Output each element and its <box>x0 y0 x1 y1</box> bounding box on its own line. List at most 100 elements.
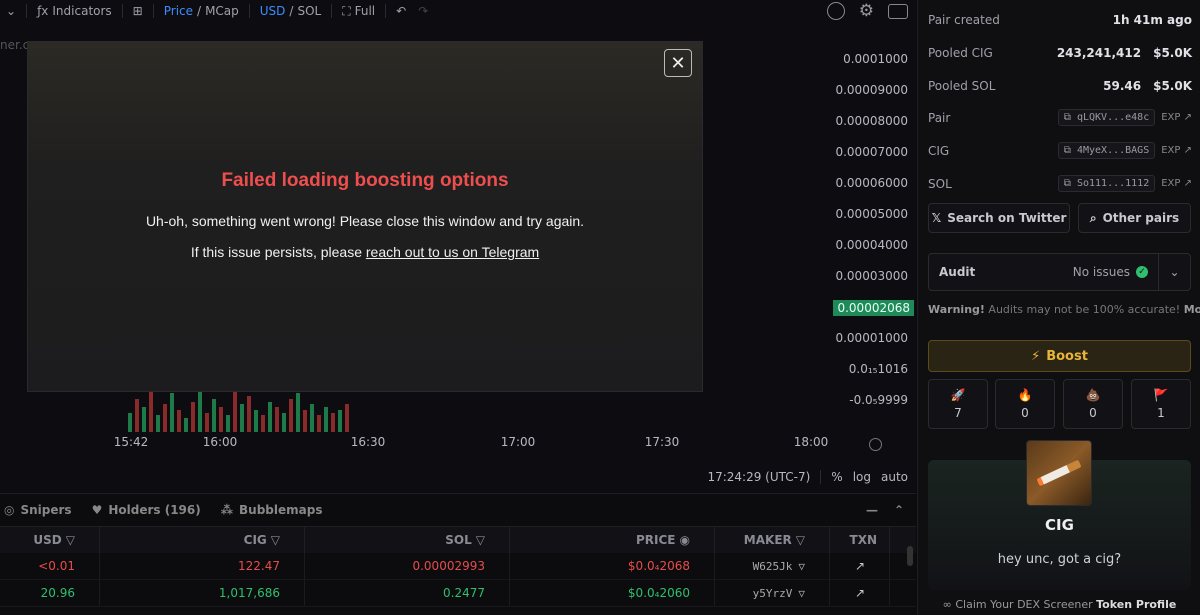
tab-bubblemaps[interactable]: ⁂ Bubblemaps <box>221 503 323 517</box>
percent-scale-button[interactable]: % <box>831 470 842 484</box>
help-prefix: If this issue persists, please <box>190 244 366 260</box>
sol-option[interactable]: SOL <box>297 4 321 18</box>
col-price[interactable]: PRICE ◉ <box>510 527 715 553</box>
function-icon: ƒx <box>37 4 49 18</box>
telegram-link[interactable]: reach out to us on Telegram <box>366 244 539 260</box>
axis-settings-icon[interactable] <box>869 438 882 451</box>
tab-snipers-label: Snipers <box>20 503 72 517</box>
rocket-icon: 🚀 <box>950 388 966 402</box>
cell-usd: 20.96 <box>0 580 100 606</box>
time-tick-label: 18:00 <box>793 435 829 449</box>
divider <box>152 4 154 18</box>
table-row[interactable]: 20.96 1,017,686 0.2477 $0.0₄2060 y5YrzV ▽… <box>0 580 916 607</box>
time-tick-label: 16:00 <box>202 435 238 449</box>
mcap-option[interactable]: MCap <box>205 4 239 18</box>
volume-bar <box>331 413 335 432</box>
cigarette-icon <box>1036 459 1082 487</box>
volume-bar <box>268 402 272 432</box>
reaction-fire[interactable]: 🔥 0 <box>995 379 1055 429</box>
cell-txn[interactable]: ↗ <box>830 553 890 579</box>
usd-sol-toggle[interactable]: USD / SOL <box>254 0 327 22</box>
price-mcap-toggle[interactable]: Price / MCap <box>158 0 245 22</box>
pooled-cig-amount: 243,241,412 <box>1056 46 1142 60</box>
volume-bar <box>191 402 195 432</box>
fire-icon: 🔥 <box>1017 388 1033 402</box>
scrollbar[interactable] <box>907 546 913 566</box>
chart-area[interactable]: ⌄ ƒx Indicators ⊞ Price / MCap USD / SOL… <box>0 0 916 492</box>
col-cig[interactable]: CIG ▽ <box>100 527 305 553</box>
search-twitter-label: Search on Twitter <box>947 211 1067 225</box>
filter-icon[interactable]: ▽ <box>476 533 485 547</box>
filter-icon[interactable]: ▽ <box>798 560 805 573</box>
pair-address-copy[interactable]: ⧉ qLQKV...e48c <box>1057 109 1156 126</box>
fullscreen-icon: ⛶ <box>342 3 351 18</box>
collapse-icon[interactable]: ⌃ <box>894 503 904 517</box>
tab-holders[interactable]: ♥ Holders (196) <box>92 503 201 517</box>
filter-icon[interactable]: ▽ <box>66 533 75 547</box>
reaction-flag[interactable]: 🚩 1 <box>1131 379 1191 429</box>
symbol-dropdown[interactable]: ⌄ <box>0 0 22 22</box>
price-tick-label: 0.0001000 <box>843 52 908 66</box>
explorer-link[interactable]: EXP ↗ <box>1161 178 1192 189</box>
claim-profile-link[interactable]: ∞ Claim Your DEX Screener Token Profile <box>928 598 1191 611</box>
tab-snipers[interactable]: ◎ Snipers <box>4 503 72 517</box>
audit-panel[interactable]: Audit No issues ✓ ⌄ <box>928 253 1191 291</box>
explorer-link[interactable]: EXP ↗ <box>1161 112 1192 123</box>
search-zoom-icon[interactable] <box>826 2 845 20</box>
cell-maker[interactable]: y5YrzV ▽ <box>715 580 830 606</box>
price-tick-label: 0.00006000 <box>835 176 908 190</box>
filter-icon[interactable]: ▽ <box>271 533 280 547</box>
reaction-rocket[interactable]: 🚀 7 <box>928 379 988 429</box>
search-twitter-button[interactable]: 𝕏 Search on Twitter <box>928 203 1070 233</box>
redo-button[interactable]: ↷ <box>412 0 434 22</box>
dex-logo-icon: ∞ <box>942 598 956 611</box>
col-usd[interactable]: USD ▽ <box>0 527 100 553</box>
filter-icon[interactable]: ▽ <box>798 587 805 600</box>
explorer-link[interactable]: EXP ↗ <box>1161 145 1192 156</box>
chevron-down-icon[interactable]: ⌄ <box>1158 254 1190 290</box>
cell-txn[interactable]: ↗ <box>830 580 890 606</box>
flag-icon: 🚩 <box>1153 388 1169 402</box>
modal-title: Failed loading boosting options <box>221 170 509 191</box>
camera-icon[interactable] <box>888 4 908 19</box>
audit-more-link[interactable]: More. <box>1184 303 1200 316</box>
reaction-count: 0 <box>1089 406 1097 420</box>
volume-bar <box>219 407 223 432</box>
undo-button[interactable]: ↶ <box>390 0 412 22</box>
cell-sol: 0.2477 <box>305 580 510 606</box>
usd-option[interactable]: USD <box>260 4 286 18</box>
reaction-poop[interactable]: 💩 0 <box>1063 379 1123 429</box>
layout-button[interactable]: ⊞ <box>127 0 149 22</box>
bubbles-icon: ⁂ <box>220 503 234 517</box>
boost-button[interactable]: ⚡ Boost <box>928 340 1191 372</box>
volume-bar <box>226 415 230 432</box>
log-scale-button[interactable]: log <box>853 470 871 484</box>
external-link-icon[interactable]: ↗ <box>855 586 865 600</box>
auto-scale-button[interactable]: auto <box>881 470 908 484</box>
price-option[interactable]: Price <box>164 4 193 18</box>
fullscreen-label: Full <box>354 4 376 18</box>
minimize-icon[interactable]: — <box>866 503 878 517</box>
col-maker[interactable]: MAKER ▽ <box>715 527 830 553</box>
chevron-down-icon: ⌄ <box>6 4 17 18</box>
close-button[interactable]: ✕ <box>664 49 692 77</box>
filter-icon[interactable]: ▽ <box>796 533 805 547</box>
settings-icon[interactable]: ⚙ <box>859 2 874 20</box>
toggle-icon[interactable]: ◉ <box>680 533 690 547</box>
other-pairs-button[interactable]: ⌕ Other pairs <box>1078 203 1191 233</box>
table-row[interactable]: <0.01 122.47 0.00002993 $0.0₄2068 W625Jk… <box>0 553 916 580</box>
cell-sol: 0.00002993 <box>305 553 510 579</box>
fullscreen-button[interactable]: ⛶ Full <box>336 0 381 22</box>
external-link-icon[interactable]: ↗ <box>855 559 865 573</box>
indicators-button[interactable]: ƒx Indicators <box>31 0 118 22</box>
slash: / <box>289 4 294 18</box>
col-sol[interactable]: SOL ▽ <box>305 527 510 553</box>
volume-bar <box>275 407 279 432</box>
sol-address-copy[interactable]: ⧉ So111...1112 <box>1057 175 1156 192</box>
cell-cig: 1,017,686 <box>100 580 305 606</box>
cell-maker[interactable]: W625Jk ▽ <box>715 553 830 579</box>
copy-icon: ⧉ <box>1063 112 1077 123</box>
volume-bar <box>205 413 209 432</box>
cig-address-copy[interactable]: ⧉ 4MyeX...BAGS <box>1057 142 1156 159</box>
pair-row: Pair ⧉ qLQKV...e48c EXP ↗ <box>928 109 1192 126</box>
